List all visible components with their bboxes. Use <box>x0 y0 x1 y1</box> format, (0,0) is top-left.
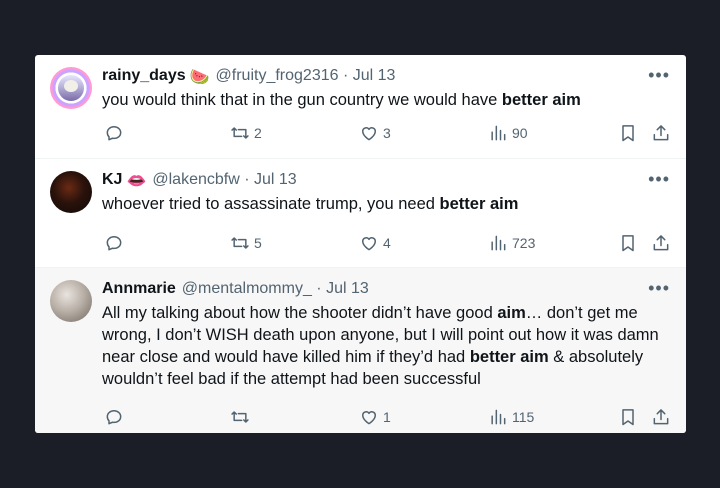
bookmark-button[interactable] <box>618 121 638 145</box>
like-count: 4 <box>383 235 391 251</box>
separator-dot: · <box>244 171 250 188</box>
tweet-date[interactable]: Jul 13 <box>254 171 297 188</box>
retweet-icon <box>231 411 249 423</box>
display-name[interactable]: KJ <box>102 171 122 188</box>
share-icon <box>653 409 669 425</box>
views-button[interactable]: 723 <box>488 231 535 255</box>
view-count: 723 <box>512 235 536 251</box>
action-bar: 1 115 <box>102 405 670 429</box>
views-button[interactable]: 90 <box>488 121 528 145</box>
views-icon <box>491 409 506 425</box>
tweet-date[interactable]: Jul 13 <box>326 280 369 297</box>
reply-button[interactable] <box>104 405 124 429</box>
more-options-icon[interactable]: ••• <box>648 169 670 189</box>
handle[interactable]: @fruity_frog2316 <box>216 67 339 84</box>
like-button[interactable]: 4 <box>359 231 391 255</box>
view-count: 115 <box>512 409 535 425</box>
reply-icon <box>106 126 122 141</box>
tweet-text: All my talking about how the shooter did… <box>102 302 667 390</box>
share-icon <box>653 125 669 141</box>
tweet-text: you would think that in the gun country … <box>102 89 662 111</box>
views-icon <box>491 125 506 141</box>
like-count: 3 <box>383 125 391 141</box>
heart-icon <box>362 237 376 251</box>
tweet-text: whoever tried to assassinate trump, you … <box>102 193 662 215</box>
separator-dot: · <box>316 280 322 297</box>
tweet-header: Annmarie @mentalmommy_ · Jul 13 <box>102 279 369 299</box>
like-count: 1 <box>383 409 391 425</box>
bookmark-button[interactable] <box>618 405 638 429</box>
display-name[interactable]: Annmarie <box>102 280 176 297</box>
avatar[interactable] <box>50 171 92 213</box>
bookmark-icon <box>622 409 634 426</box>
bookmark-button[interactable] <box>618 231 638 255</box>
action-bar: 5 4 723 <box>102 231 670 255</box>
tweet-header: rainy_days 🍉 @fruity_frog2316 · Jul 13 <box>102 66 395 88</box>
tweet-text-bold: aim <box>497 304 526 322</box>
tweet[interactable]: rainy_days 🍉 @fruity_frog2316 · Jul 13 •••… <box>35 55 686 159</box>
display-name[interactable]: rainy_days <box>102 67 186 84</box>
tweet-text-part: whoever tried to assassinate trump, you … <box>102 195 440 213</box>
bookmark-icon <box>622 125 634 142</box>
bookmark-icon <box>622 235 634 252</box>
tweet-text-bold: better aim <box>439 195 519 213</box>
retweet-count: 2 <box>254 125 262 141</box>
share-button[interactable] <box>651 405 671 429</box>
tweet-text-part: you would think that in the gun country … <box>102 91 502 109</box>
tweet-text-part: All my talking about how the shooter did… <box>102 304 498 322</box>
view-count: 90 <box>512 125 528 141</box>
retweet-count: 5 <box>254 235 262 251</box>
action-bar: 2 3 90 <box>102 121 670 145</box>
tweet[interactable]: Annmarie @mentalmommy_ · Jul 13 ••• All m… <box>35 268 686 433</box>
share-button[interactable] <box>651 231 671 255</box>
share-icon <box>653 235 669 251</box>
retweet-button[interactable]: 5 <box>230 231 262 255</box>
retweet-button[interactable]: 2 <box>230 121 262 145</box>
handle[interactable]: @mentalmommy_ <box>182 280 312 297</box>
views-icon <box>491 235 506 251</box>
retweet-button[interactable] <box>230 405 250 429</box>
tweet-list: rainy_days 🍉 @fruity_frog2316 · Jul 13 •••… <box>35 55 686 433</box>
reply-icon <box>106 410 122 425</box>
separator-dot: · <box>342 67 349 84</box>
like-button[interactable]: 3 <box>359 121 391 145</box>
retweet-icon <box>231 127 249 139</box>
heart-icon <box>362 127 376 141</box>
share-button[interactable] <box>651 121 671 145</box>
name-emoji: 🍉 <box>189 69 210 86</box>
more-options-icon[interactable]: ••• <box>648 278 670 298</box>
tweet-text-bold: better aim <box>469 348 549 366</box>
like-button[interactable]: 1 <box>359 405 391 429</box>
heart-icon <box>362 411 376 425</box>
more-options-icon[interactable]: ••• <box>648 65 670 85</box>
reply-icon <box>106 236 122 251</box>
avatar[interactable] <box>50 67 92 109</box>
reply-button[interactable] <box>104 121 124 145</box>
name-emoji: 👄 <box>126 173 147 190</box>
reply-button[interactable] <box>104 231 124 255</box>
tweet-date[interactable]: Jul 13 <box>353 67 396 84</box>
tweet-text-bold: better aim <box>501 91 581 109</box>
handle[interactable]: @lakencbfw <box>152 171 239 188</box>
tweet[interactable]: KJ 👄 @lakencbfw · Jul 13 ••• whoever tried… <box>35 159 686 268</box>
retweet-icon <box>231 237 249 249</box>
views-button[interactable]: 115 <box>488 405 534 429</box>
avatar[interactable] <box>50 280 92 322</box>
tweet-header: KJ 👄 @lakencbfw · Jul 13 <box>102 170 297 192</box>
